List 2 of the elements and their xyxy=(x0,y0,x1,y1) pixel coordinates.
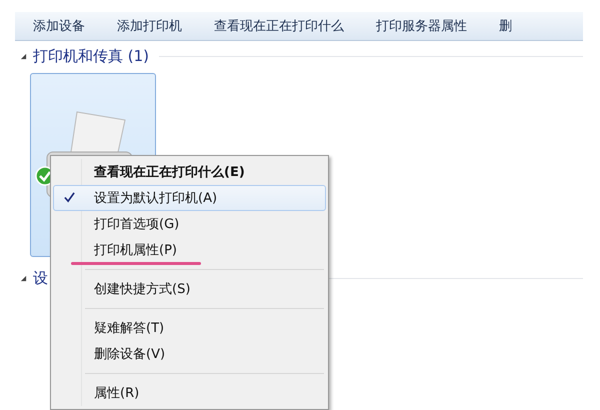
section-title: 打印机和传真 (1) xyxy=(33,46,150,66)
section-title: 设 xyxy=(33,268,48,288)
